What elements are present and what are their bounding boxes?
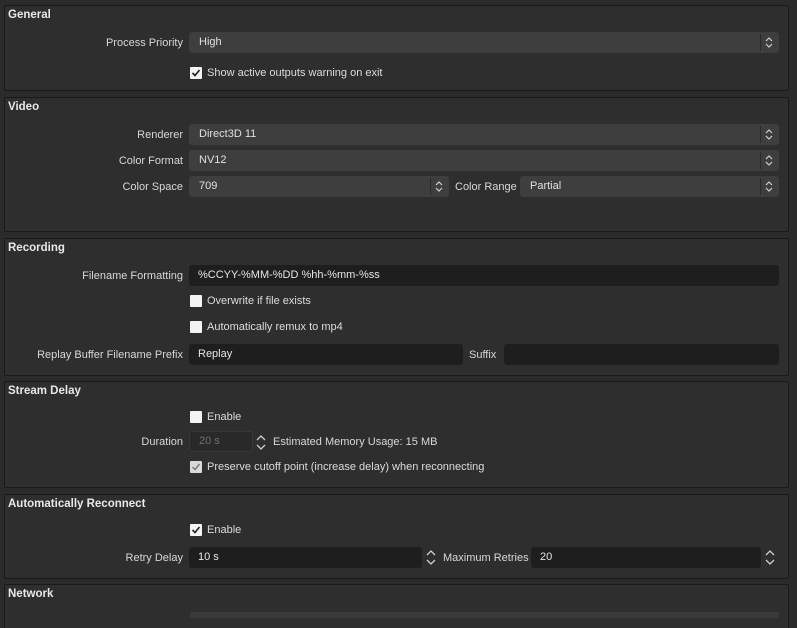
estimated-memory-label: Estimated Memory Usage: 15 MB — [273, 436, 438, 448]
max-retries-value: 20 — [540, 551, 553, 563]
max-retries-spinbox[interactable]: 20 — [531, 547, 775, 568]
suffix-input[interactable] — [504, 344, 779, 365]
retry-delay-value: 10 s — [198, 551, 219, 563]
duration-value: 20 s — [199, 435, 220, 447]
process-priority-label: Process Priority — [105, 37, 183, 49]
replay-prefix-input[interactable]: Replay — [189, 344, 463, 365]
color-range-label: Color Range — [455, 181, 517, 193]
replay-prefix-label: Replay Buffer Filename Prefix — [37, 349, 183, 361]
up-down-arrows-icon — [760, 126, 776, 143]
up-down-arrows-icon — [760, 178, 776, 195]
spin-arrows-icon[interactable] — [763, 547, 779, 568]
color-format-label: Color Format — [118, 155, 183, 167]
recording-group-title: Recording — [8, 242, 65, 254]
retry-delay-label: Retry Delay — [125, 552, 183, 564]
network-select-partial[interactable] — [190, 612, 779, 618]
color-format-value: NV12 — [199, 154, 227, 166]
color-range-value: Partial — [530, 180, 562, 192]
suffix-label: Suffix — [469, 349, 497, 361]
video-group-title: Video — [8, 101, 40, 113]
auto-reconnect-group-title: Automatically Reconnect — [8, 498, 146, 510]
overwrite-label: Overwrite if file exists — [207, 295, 311, 307]
stream-delay-enable-label: Enable — [207, 411, 242, 423]
process-priority-value: High — [199, 36, 222, 48]
stream-delay-group-title: Stream Delay — [8, 385, 81, 397]
preserve-cutoff-label: Preserve cutoff point (increase delay) w… — [207, 461, 485, 473]
duration-label: Duration — [141, 436, 183, 448]
show-warning-label: Show active outputs warning on exit — [207, 67, 383, 79]
color-space-label: Color Space — [122, 181, 183, 193]
renderer-value: Direct3D 11 — [199, 128, 257, 140]
spin-arrows-icon[interactable] — [254, 432, 270, 453]
up-down-arrows-icon — [430, 178, 446, 195]
filename-formatting-label: Filename Formatting — [82, 270, 183, 282]
color-space-select[interactable]: 709 — [189, 176, 449, 197]
up-down-arrows-icon — [760, 152, 776, 169]
renderer-select[interactable]: Direct3D 11 — [189, 124, 779, 145]
auto-reconnect-enable-label: Enable — [207, 524, 242, 536]
color-range-select[interactable]: Partial — [520, 176, 779, 197]
checkbox-unchecked-icon — [190, 411, 202, 423]
color-space-value: 709 — [199, 180, 218, 192]
network-group-title: Network — [8, 588, 54, 600]
checkbox-checked-icon — [190, 524, 202, 536]
checkbox-checked-icon — [190, 67, 202, 79]
remux-label: Automatically remux to mp4 — [207, 321, 343, 333]
up-down-arrows-icon — [760, 34, 776, 51]
retry-delay-spinbox[interactable]: 10 s — [189, 547, 436, 568]
spin-arrows-icon[interactable] — [424, 547, 440, 568]
general-group-title: General — [8, 9, 51, 21]
checkbox-checked-icon — [190, 461, 202, 473]
network-group: Network — [4, 584, 789, 628]
process-priority-select[interactable]: High — [189, 32, 779, 53]
checkbox-unchecked-icon — [190, 295, 202, 307]
max-retries-label: Maximum Retries — [443, 552, 529, 564]
renderer-label: Renderer — [137, 129, 183, 141]
color-format-select[interactable]: NV12 — [189, 150, 779, 171]
checkbox-unchecked-icon — [190, 321, 202, 333]
duration-spinbox[interactable]: 20 s — [189, 431, 266, 452]
filename-formatting-input[interactable]: %CCYY-%MM-%DD %hh-%mm-%ss — [189, 265, 779, 286]
